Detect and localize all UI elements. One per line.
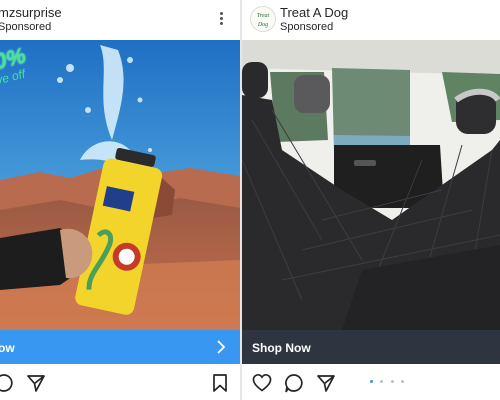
comment-icon[interactable] xyxy=(284,373,304,393)
share-icon[interactable] xyxy=(316,373,336,393)
left-post-cta-button[interactable]: ow xyxy=(0,330,240,364)
carousel-dot-active xyxy=(370,380,373,383)
right-post-card: Treat Dog Treat A Dog Sponsored Shop Now xyxy=(242,0,500,400)
carousel-dot xyxy=(390,380,394,383)
right-post-actions xyxy=(242,364,500,400)
bookmark-icon[interactable] xyxy=(210,373,230,393)
right-post-username[interactable]: Treat A Dog xyxy=(280,5,348,20)
more-vert-icon[interactable] xyxy=(220,12,224,28)
share-icon[interactable] xyxy=(26,373,46,393)
avatar[interactable]: Treat Dog xyxy=(250,6,276,32)
comment-icon[interactable] xyxy=(0,373,14,393)
right-post-image xyxy=(242,40,500,330)
svg-text:Dog: Dog xyxy=(257,22,268,28)
left-post-cta-label: ow xyxy=(0,341,15,355)
treat-a-dog-logo: Treat Dog xyxy=(257,13,270,28)
carousel-dot xyxy=(380,380,384,383)
left-post-image xyxy=(0,40,240,330)
heart-icon[interactable] xyxy=(252,373,272,393)
left-post-actions xyxy=(0,364,240,400)
right-post-header: Treat Dog Treat A Dog Sponsored xyxy=(242,0,500,40)
left-post-username[interactable]: mzsurprise xyxy=(0,5,62,20)
chevron-right-icon xyxy=(217,340,226,354)
right-post-cta-button[interactable]: Shop Now xyxy=(242,330,500,364)
left-post-card: mzsurprise Sponsored 0% ve off ow xyxy=(0,0,240,400)
right-post-sponsored-label: Sponsored xyxy=(280,21,334,33)
left-post-media[interactable]: 0% ve off xyxy=(0,40,240,330)
carousel-dot xyxy=(401,380,405,383)
left-post-sponsored-label: Sponsored xyxy=(0,21,52,33)
carousel-indicator xyxy=(370,380,407,384)
left-post-header: mzsurprise Sponsored xyxy=(0,0,240,40)
right-post-media[interactable] xyxy=(242,40,500,330)
svg-text:Treat: Treat xyxy=(257,13,270,19)
right-post-cta-label: Shop Now xyxy=(252,341,311,355)
